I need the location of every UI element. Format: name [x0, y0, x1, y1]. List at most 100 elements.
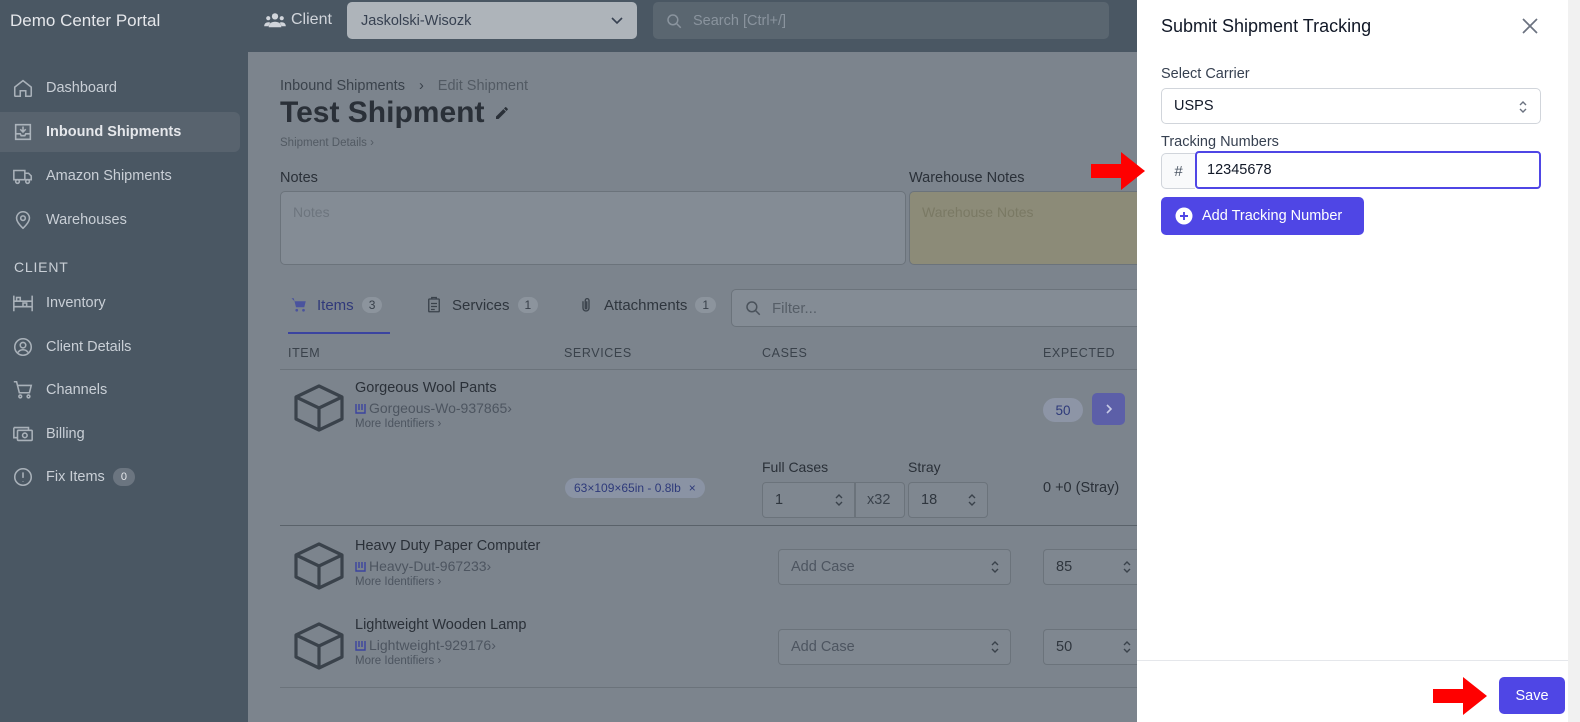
- app-brand[interactable]: Demo Center Portal: [10, 11, 160, 31]
- tracking-numbers-label: Tracking Numbers: [1161, 134, 1279, 150]
- breadcrumb-inbound-shipments[interactable]: Inbound Shipments: [280, 78, 405, 94]
- table-header-divider: [280, 369, 1138, 370]
- more-identifiers-text: More Identifiers: [355, 655, 435, 667]
- sidebar-item-dashboard[interactable]: Dashboard: [0, 68, 240, 108]
- close-icon[interactable]: ×: [689, 481, 696, 495]
- scrollbar[interactable]: [1568, 0, 1580, 722]
- sidebar: Demo Center Portal Dashboard Inbound Shi…: [0, 0, 248, 722]
- more-identifiers-link[interactable]: More Identifiers ›: [355, 418, 441, 430]
- sidebar-item-label: Client Details: [46, 339, 132, 355]
- case-dimension-tag: 63×109×65in - 0.8lb ×: [565, 478, 705, 498]
- item-sku[interactable]: Heavy-Dut-967233 ›: [355, 558, 491, 574]
- shipment-details-text: Shipment Details: [280, 137, 367, 149]
- shelves-icon: [13, 295, 33, 312]
- more-identifiers-link[interactable]: More Identifiers ›: [355, 576, 441, 588]
- full-cases-stepper[interactable]: 1: [762, 482, 855, 518]
- chevron-right-icon: ›: [507, 400, 512, 416]
- sidebar-item-label: Fix Items: [46, 469, 105, 485]
- select-arrows-icon: [1519, 101, 1527, 113]
- tab-count-badge: 1: [695, 297, 717, 313]
- sidebar-item-label: Inbound Shipments: [46, 124, 182, 140]
- notes-textarea[interactable]: Notes: [280, 191, 906, 265]
- hash-prefix: #: [1161, 153, 1195, 189]
- item-name[interactable]: Heavy Duty Paper Computer: [355, 538, 540, 554]
- global-search[interactable]: Search [Ctrl+/]: [653, 2, 1109, 39]
- tab-label: Services: [452, 296, 510, 314]
- warehouse-notes-textarea[interactable]: Warehouse Notes: [909, 191, 1138, 265]
- map-pin-icon: [15, 210, 31, 230]
- sidebar-item-label: Inventory: [46, 295, 106, 311]
- barcode-icon: [355, 404, 366, 414]
- search-icon: [746, 301, 761, 316]
- sidebar-item-label: Channels: [46, 382, 108, 398]
- sidebar-item-inventory[interactable]: Inventory: [0, 283, 240, 323]
- truck-icon: [13, 169, 33, 185]
- home-icon: [13, 79, 33, 98]
- tab-items[interactable]: Items 3: [290, 296, 383, 314]
- tab-count-badge: 1: [517, 297, 539, 313]
- sidebar-item-amazon-shipments[interactable]: Amazon Shipments: [0, 156, 240, 196]
- page-title-text: Test Shipment: [280, 96, 485, 129]
- close-icon[interactable]: [1520, 16, 1540, 36]
- stray-stepper[interactable]: 18: [908, 482, 988, 518]
- tab-services[interactable]: Services 1: [425, 296, 539, 314]
- inbox-download-icon: [14, 123, 32, 141]
- tab-label: Attachments: [604, 296, 688, 314]
- shipment-details-link[interactable]: Shipment Details ›: [280, 137, 374, 149]
- row-divider: [280, 525, 1138, 526]
- sidebar-item-channels[interactable]: Channels: [0, 370, 240, 410]
- search-icon: [667, 13, 682, 28]
- tab-label: Items: [317, 296, 354, 314]
- sidebar-item-client-details[interactable]: Client Details: [0, 327, 240, 367]
- client-select[interactable]: Jaskolski-Wisozk: [347, 2, 637, 39]
- paperclip-icon: [582, 297, 590, 312]
- clipboard-icon: [428, 296, 440, 313]
- expected-qty-stepper[interactable]: 50: [1043, 629, 1138, 665]
- stepper-arrows-icon[interactable]: [967, 492, 977, 508]
- sidebar-item-label: Amazon Shipments: [46, 168, 172, 184]
- stepper-arrows-icon[interactable]: [1122, 639, 1132, 655]
- tab-attachments[interactable]: Attachments 1: [577, 296, 717, 314]
- sidebar-item-fix-items[interactable]: Fix Items 0: [0, 457, 240, 497]
- case-dimension-text: 63×109×65in - 0.8lb: [574, 481, 681, 495]
- case-multiplier: x32: [855, 482, 905, 518]
- item-sku[interactable]: Gorgeous-Wo-937865 ›: [355, 400, 512, 416]
- more-identifiers-text: More Identifiers: [355, 418, 435, 430]
- notes-label: Notes: [280, 170, 318, 186]
- warehouse-notes-label: Warehouse Notes: [909, 170, 1025, 186]
- item-sku[interactable]: Lightweight-929176 ›: [355, 637, 496, 653]
- sidebar-item-label: Dashboard: [46, 80, 117, 96]
- item-sku-text: Heavy-Dut-967233: [369, 558, 487, 574]
- more-identifiers-link[interactable]: More Identifiers ›: [355, 655, 441, 667]
- fix-items-badge: 0: [112, 468, 135, 486]
- stepper-arrows-icon[interactable]: [834, 492, 844, 508]
- add-case-select[interactable]: Add Case: [778, 549, 1011, 585]
- item-name[interactable]: Lightweight Wooden Lamp: [355, 617, 526, 633]
- tracking-number-input[interactable]: [1195, 151, 1541, 189]
- box-icon: [294, 622, 344, 670]
- cash-icon: [13, 426, 33, 442]
- filter-input[interactable]: Filter...: [731, 289, 1138, 327]
- expand-row-button[interactable]: [1092, 393, 1125, 425]
- pencil-icon[interactable]: [494, 105, 510, 121]
- sidebar-item-inbound-shipments[interactable]: Inbound Shipments: [0, 112, 240, 152]
- item-sku-text: Gorgeous-Wo-937865: [369, 400, 508, 416]
- item-name[interactable]: Gorgeous Wool Pants: [355, 380, 497, 396]
- page-title: Test Shipment: [280, 96, 510, 130]
- add-tracking-number-label: Add Tracking Number: [1202, 208, 1343, 224]
- breadcrumb-chevron-icon: ›: [418, 78, 424, 94]
- stepper-arrows-icon[interactable]: [1122, 559, 1132, 575]
- chevron-right-icon: ›: [491, 637, 496, 653]
- add-tracking-number-button[interactable]: Add Tracking Number: [1161, 197, 1364, 235]
- full-cases-value: 1: [775, 492, 784, 508]
- sidebar-item-warehouses[interactable]: Warehouses: [0, 200, 240, 240]
- client-label: Client: [264, 11, 332, 29]
- column-header-expected: EXPECTED: [1043, 346, 1116, 360]
- carrier-select[interactable]: USPS: [1161, 88, 1541, 124]
- add-case-placeholder: Add Case: [791, 639, 855, 655]
- add-case-select[interactable]: Add Case: [778, 629, 1011, 665]
- expected-qty-stepper[interactable]: 85: [1043, 549, 1138, 585]
- save-button[interactable]: Save: [1499, 677, 1565, 714]
- sidebar-item-billing[interactable]: Billing: [0, 414, 240, 454]
- barcode-icon: [355, 562, 366, 572]
